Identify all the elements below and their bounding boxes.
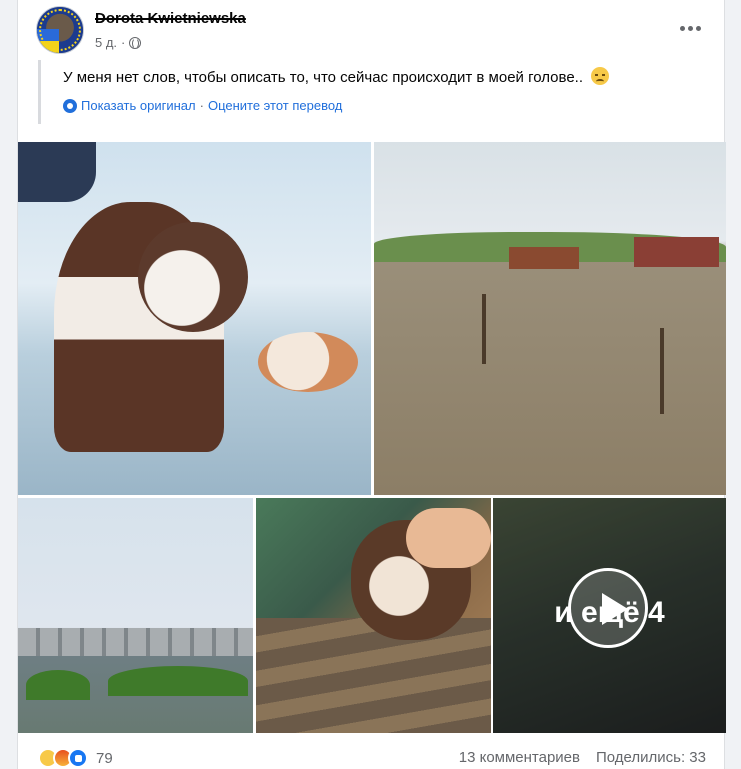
shares-count[interactable]: Поделились: 33: [596, 749, 706, 766]
fence-post: [660, 328, 664, 414]
wooden-crate: [256, 618, 491, 733]
translation-separator: ·: [199, 98, 204, 113]
post-meta: 5 д. ·: [95, 35, 142, 50]
like-reaction-icon: [68, 748, 88, 768]
post-stats: 13 комментариев Поделились: 33: [459, 749, 706, 766]
dot: [679, 25, 685, 31]
show-original-link[interactable]: Показать оригинал: [81, 98, 196, 113]
dot: [687, 25, 693, 31]
author-avatar[interactable]: [36, 6, 84, 54]
translation-row: Показать оригинал · Оцените этот перевод: [63, 98, 708, 113]
photo-destroyed-bridge[interactable]: [18, 498, 253, 733]
more-photos-label[interactable]: и ещё 4: [493, 596, 726, 630]
flooded-house: [634, 237, 719, 267]
photo-rescued-dog[interactable]: [256, 498, 491, 733]
reaction-count[interactable]: 79: [96, 750, 113, 767]
post-text: У меня нет слов, чтобы описать то, что с…: [63, 67, 708, 88]
author-name[interactable]: Dorota Kwietniewska: [95, 10, 246, 27]
fence-post: [482, 294, 486, 364]
photo-more-media[interactable]: и ещё 4: [493, 498, 726, 733]
gear-icon[interactable]: [63, 98, 77, 113]
flooded-house: [509, 247, 579, 269]
rescuer-hand: [406, 508, 491, 568]
meta-dot: ·: [121, 35, 126, 50]
dog-head: [138, 222, 248, 332]
post-card: Dorota Kwietniewska 5 д. · У меня нет сл…: [17, 0, 726, 769]
reactions-summary[interactable]: 79: [38, 748, 113, 768]
post-header: Dorota Kwietniewska 5 д. ·: [18, 0, 724, 60]
rescuer-arm: [18, 142, 96, 202]
comments-count[interactable]: 13 комментариев: [459, 749, 580, 766]
post-time[interactable]: 5 д.: [95, 35, 117, 50]
reeds: [108, 666, 248, 696]
bridge: [18, 628, 253, 656]
reeds: [26, 670, 90, 700]
eu-stars-frame: [39, 9, 81, 51]
dot: [695, 25, 701, 31]
post-body: У меня нет слов, чтобы описать то, что с…: [38, 60, 708, 124]
photo-dogs-in-water[interactable]: [18, 142, 371, 495]
more-options-icon[interactable]: [674, 14, 706, 42]
rate-translation-link[interactable]: Оцените этот перевод: [208, 98, 342, 113]
photo-flooded-houses[interactable]: [374, 142, 726, 495]
globe-icon[interactable]: [129, 36, 142, 49]
post-text-content: У меня нет слов, чтобы описать то, что с…: [63, 69, 583, 86]
swimming-dog: [258, 332, 358, 392]
pensive-emoji-icon: [591, 67, 610, 85]
post-footer: 79 13 комментариев Поделились: 33: [18, 740, 724, 769]
